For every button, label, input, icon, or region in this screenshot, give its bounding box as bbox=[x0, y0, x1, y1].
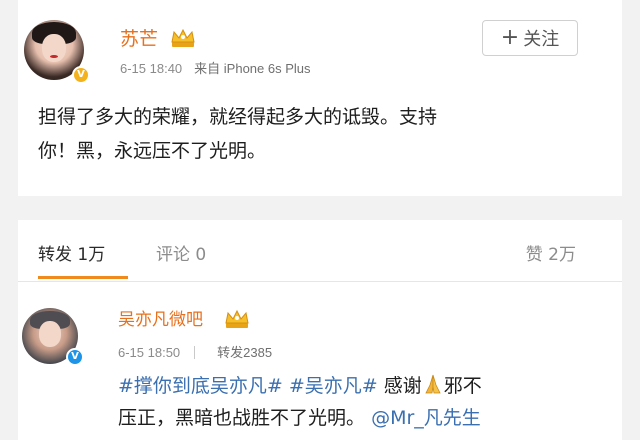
repost-text: 感谢 bbox=[377, 375, 422, 397]
mention-link[interactable]: @Mr_凡先生 bbox=[371, 407, 481, 429]
divider bbox=[194, 346, 196, 359]
repost-text: 压正，黑暗也战胜不了光明。 bbox=[118, 407, 366, 429]
tab-like[interactable]: 赞 2万 bbox=[526, 240, 576, 265]
divider bbox=[18, 281, 622, 282]
reposter-name[interactable]: 吴亦凡微吧 bbox=[118, 305, 203, 330]
active-tab-indicator bbox=[38, 276, 128, 279]
post-meta: 6-15 18:40 来自 iPhone 6s Plus bbox=[120, 58, 311, 77]
pray-hands-icon bbox=[425, 374, 441, 394]
plus-icon: + bbox=[500, 25, 520, 50]
crown-icon bbox=[225, 309, 249, 328]
post-time: 6-15 18:40 bbox=[120, 61, 183, 76]
post-text-line: 你！黑，永远压不了光明。 bbox=[38, 140, 267, 162]
crown-icon bbox=[171, 28, 195, 47]
verified-badge-icon: V bbox=[66, 348, 84, 366]
post-text-line: 担得了多大的荣耀，就经得起多大的诋毁。支持 bbox=[38, 106, 438, 128]
author-name[interactable]: 苏芒 bbox=[120, 24, 158, 51]
tab-repost[interactable]: 转发 1万 bbox=[38, 240, 105, 265]
repost-count: 转发2385 bbox=[217, 345, 273, 360]
hashtag-link[interactable]: #吴亦凡# bbox=[289, 375, 378, 397]
follow-label: 关注 bbox=[523, 29, 560, 50]
verified-badge-icon: V bbox=[72, 66, 90, 84]
hashtag-link[interactable]: #撑你到底吴亦凡# bbox=[118, 375, 283, 397]
repost-meta: 6-15 18:50 转发2385 bbox=[118, 342, 272, 361]
post-body: 担得了多大的荣耀，就经得起多大的诋毁。支持 你！黑，永远压不了光明。 bbox=[38, 100, 578, 168]
follow-button[interactable]: + 关注 bbox=[482, 20, 578, 56]
repost-time: 6-15 18:50 bbox=[118, 345, 181, 360]
repost-body: #撑你到底吴亦凡# #吴亦凡# 感谢 邪不 压正，黑暗也战胜不了光明。 @Mr_… bbox=[118, 370, 588, 434]
repost-text: 邪不 bbox=[443, 375, 482, 397]
post-source: 来自 iPhone 6s Plus bbox=[194, 61, 311, 76]
tab-comment[interactable]: 评论 0 bbox=[156, 240, 206, 265]
